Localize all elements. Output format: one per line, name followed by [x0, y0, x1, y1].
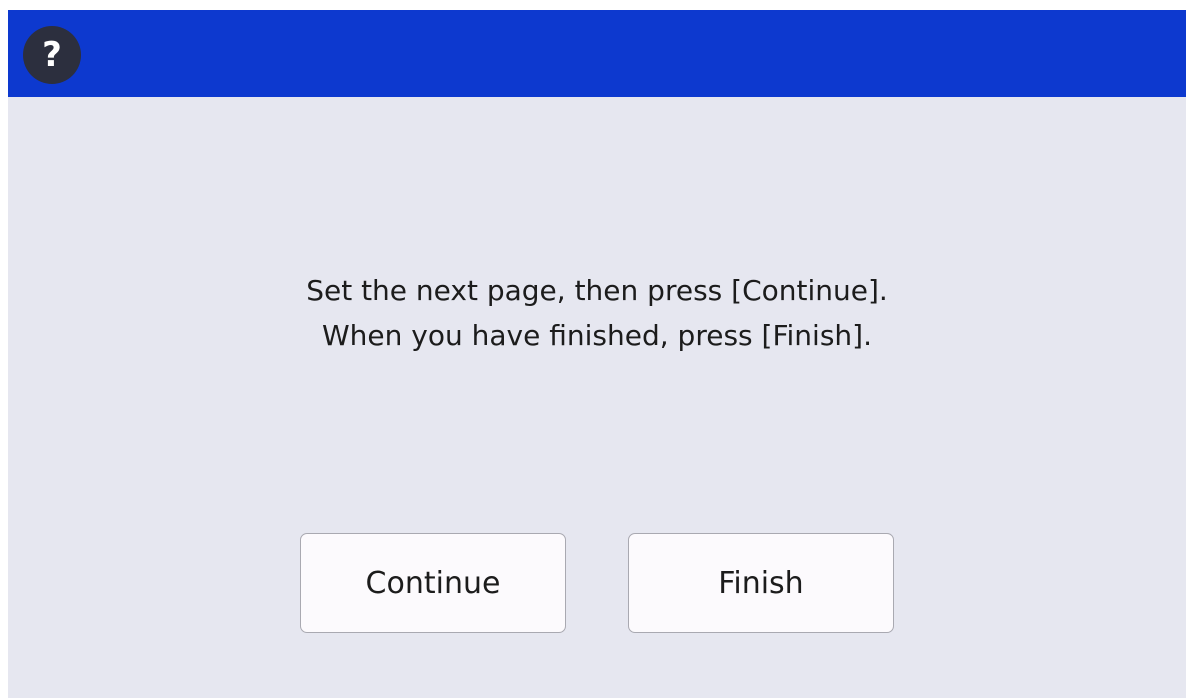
- question-mark-icon: ?: [42, 35, 62, 75]
- instruction-line-2: When you have finished, press [Finish].: [322, 319, 872, 352]
- scan-prompt-screen: ? Set the next page, then press [Continu…: [8, 10, 1186, 698]
- help-button[interactable]: ?: [23, 26, 81, 84]
- instruction-message: Set the next page, then press [Continue]…: [8, 268, 1186, 358]
- header-bar: ?: [8, 10, 1186, 97]
- instruction-line-1: Set the next page, then press [Continue]…: [306, 274, 888, 307]
- finish-button[interactable]: Finish: [628, 533, 894, 633]
- continue-button[interactable]: Continue: [300, 533, 566, 633]
